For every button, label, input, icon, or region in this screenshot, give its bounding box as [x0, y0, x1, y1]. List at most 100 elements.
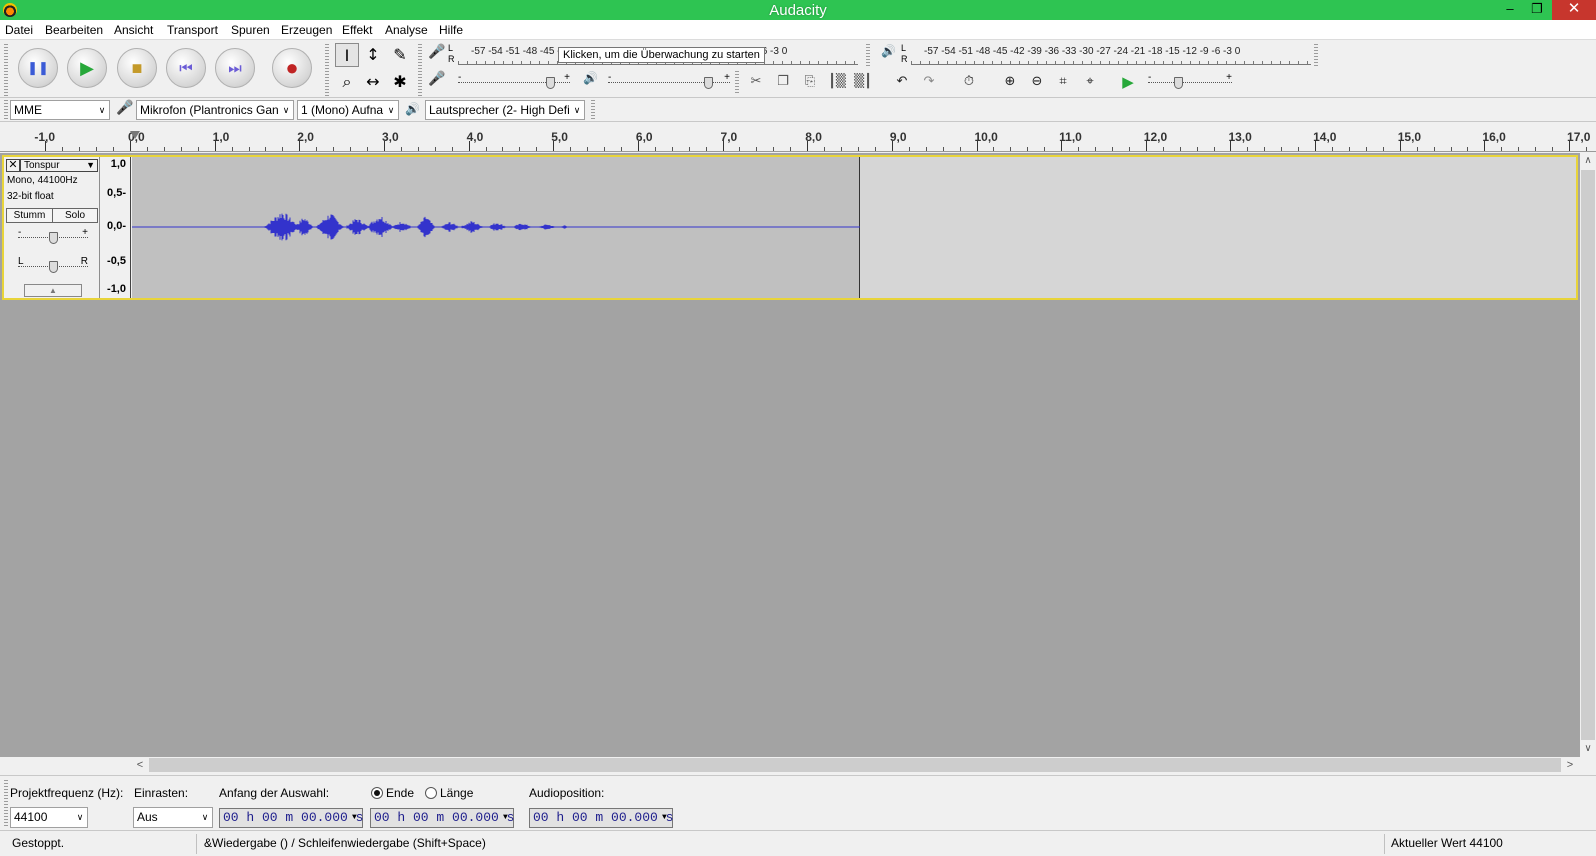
skip-to-end-button[interactable]: ⏭	[215, 48, 255, 88]
menu-analyse[interactable]: Analyse	[385, 23, 428, 37]
silence-button[interactable]: ▒┃	[851, 70, 875, 94]
playback-meter-scale: -57 -54 -51 -48 -45 -42 -39 -36 -33 -30 …	[924, 46, 1241, 57]
ruler-major-tick	[553, 141, 555, 151]
ruler-minor-tick	[231, 147, 233, 151]
toolbar-grip[interactable]	[418, 44, 422, 96]
toolbar-grip[interactable]	[591, 100, 595, 120]
fit-selection-button[interactable]: ⌗	[1051, 70, 1075, 94]
close-button[interactable]: ✕	[1552, 0, 1596, 20]
playback-meter[interactable]: -57 -54 -51 -48 -45 -42 -39 -36 -33 -30 …	[911, 43, 1311, 65]
play-speed-slider[interactable]: - +	[1148, 72, 1232, 91]
horizontal-scrollbar[interactable]: < >	[132, 757, 1580, 773]
dropdown-arrow-icon[interactable]: ▼	[662, 809, 672, 827]
maximize-button[interactable]: ❐	[1522, 0, 1552, 20]
horizontal-scroll-thumb[interactable]	[149, 758, 1561, 772]
menu-bearbeiten[interactable]: Bearbeiten	[45, 23, 103, 37]
zoom-in-icon: ⊕	[1004, 74, 1016, 89]
output-device-select[interactable]: Lautsprecher (2- High Defi ∨	[425, 100, 585, 120]
timeshift-tool[interactable]: ↔	[361, 70, 385, 94]
length-radio[interactable]	[425, 787, 437, 799]
menu-datei[interactable]: Datei	[5, 23, 33, 37]
playhead-marker-icon[interactable]	[130, 131, 140, 139]
snap-select[interactable]: Aus ∨	[133, 807, 213, 828]
sync-lock-button[interactable]: ⏱	[957, 70, 981, 94]
audio-host-select[interactable]: MME ∨	[10, 100, 110, 120]
pan-slider[interactable]: L R	[18, 256, 88, 275]
pause-button[interactable]: ❚❚	[18, 48, 58, 88]
play-at-speed-button[interactable]: ▶	[1116, 70, 1140, 94]
selection-end-time[interactable]: 00 h 00 m 00.000 s ▼	[370, 808, 514, 828]
minimize-button[interactable]: –	[1495, 0, 1525, 20]
window-title: Audacity	[769, 2, 827, 19]
toolbar-grip[interactable]	[4, 44, 8, 96]
envelope-tool[interactable]: ↕	[361, 43, 385, 67]
slider-thumb[interactable]	[48, 261, 58, 273]
toolbar-grip[interactable]	[325, 44, 329, 96]
skip-to-start-button[interactable]: ⏮	[166, 48, 206, 88]
menu-ansicht[interactable]: Ansicht	[114, 23, 153, 37]
audio-track[interactable]: ✕ Tonspur ▼ Mono, 44100Hz 32-bit float S…	[2, 155, 1578, 300]
dropdown-arrow-icon[interactable]: ▼	[352, 809, 362, 827]
trim-button[interactable]: ┃▒	[825, 70, 849, 94]
track-close-button[interactable]: ✕	[6, 159, 20, 172]
solo-button[interactable]: Solo	[52, 208, 98, 223]
zoom-tool[interactable]: ⌕	[335, 70, 359, 94]
pause-icon: ❚❚	[27, 60, 49, 75]
playback-volume-slider[interactable]: - +	[608, 72, 730, 91]
input-device-select[interactable]: Mikrofon (Plantronics Gan ∨	[136, 100, 294, 120]
timeline-ruler[interactable]: -1,0 0,0 1,0 2,0 3,0 4,0 5,0 6,0 7,0 8,0 9,0 10,0 11…	[0, 124, 1596, 152]
vertical-scroll-thumb[interactable]	[1581, 170, 1595, 740]
track-panel[interactable]: ✕ Tonspur ▼ Mono, 44100Hz 32-bit float S…	[0, 153, 1580, 757]
multi-tool[interactable]: ✱	[388, 70, 412, 94]
microphone-icon[interactable]: 🎤	[428, 44, 445, 60]
zoom-out-button[interactable]: ⊖	[1025, 70, 1049, 94]
dropdown-arrow-icon[interactable]: ▼	[503, 809, 513, 827]
slider-thumb[interactable]	[1174, 77, 1184, 89]
stop-button[interactable]: ■	[117, 48, 157, 88]
selection-start-time[interactable]: 00 h 00 m 00.000 s ▼	[219, 808, 363, 828]
slider-thumb[interactable]	[545, 77, 555, 89]
menu-hilfe[interactable]: Hilfe	[439, 23, 463, 37]
toolbar-grip[interactable]	[735, 71, 739, 95]
scroll-left-icon[interactable]: <	[132, 757, 148, 773]
play-button[interactable]: ▶	[67, 48, 107, 88]
speaker-icon[interactable]: 🔊	[881, 44, 896, 58]
scroll-down-icon[interactable]: ∨	[1580, 741, 1596, 757]
paste-button[interactable]: ⎘	[798, 70, 822, 94]
scroll-up-icon[interactable]: ∧	[1580, 153, 1596, 169]
toolbar-grip[interactable]	[4, 100, 8, 120]
record-button[interactable]: ●	[272, 48, 312, 88]
speaker-icon: 🔊	[583, 71, 598, 85]
toolbar-grip[interactable]	[866, 44, 870, 68]
menu-erzeugen[interactable]: Erzeugen	[281, 23, 332, 37]
input-channels-select[interactable]: 1 (Mono) Aufna ∨	[297, 100, 399, 120]
cut-button[interactable]: ✂	[744, 70, 768, 94]
toolbar-grip[interactable]	[4, 780, 8, 828]
mute-button[interactable]: Stumm	[6, 208, 53, 223]
record-volume-slider[interactable]: - +	[458, 72, 570, 91]
track-name-menu[interactable]: Tonspur ▼	[20, 159, 98, 172]
end-radio[interactable]	[371, 787, 383, 799]
vertical-scrollbar[interactable]: ∧ ∨	[1580, 153, 1596, 757]
collapse-track-button[interactable]: ▲	[24, 284, 82, 297]
scroll-right-icon[interactable]: >	[1562, 757, 1578, 773]
slider-thumb[interactable]	[48, 232, 58, 244]
amplitude-scale[interactable]: 1,0 0,5- 0,0- -0,5 -1,0	[101, 157, 131, 298]
fit-project-button[interactable]: ⌖	[1078, 70, 1102, 94]
toolbar-grip[interactable]	[1314, 44, 1318, 68]
menu-spuren[interactable]: Spuren	[231, 23, 270, 37]
ruler-minor-tick	[688, 147, 690, 151]
copy-button[interactable]: ❐	[771, 70, 795, 94]
input-channels-value: 1 (Mono) Aufna	[301, 103, 384, 117]
audio-position-time[interactable]: 00 h 00 m 00.000 s ▼	[529, 808, 673, 828]
slider-thumb[interactable]	[704, 77, 714, 89]
menu-effekt[interactable]: Effekt	[342, 23, 372, 37]
redo-button[interactable]: ↷	[917, 70, 941, 94]
project-rate-select[interactable]: 44100 ∨	[10, 807, 88, 828]
menu-transport[interactable]: Transport	[167, 23, 218, 37]
gain-slider[interactable]: - +	[18, 227, 88, 246]
selection-tool[interactable]: I	[335, 43, 359, 67]
zoom-in-button[interactable]: ⊕	[998, 70, 1022, 94]
draw-tool[interactable]: ✎	[388, 43, 412, 67]
undo-button[interactable]: ↶	[890, 70, 914, 94]
